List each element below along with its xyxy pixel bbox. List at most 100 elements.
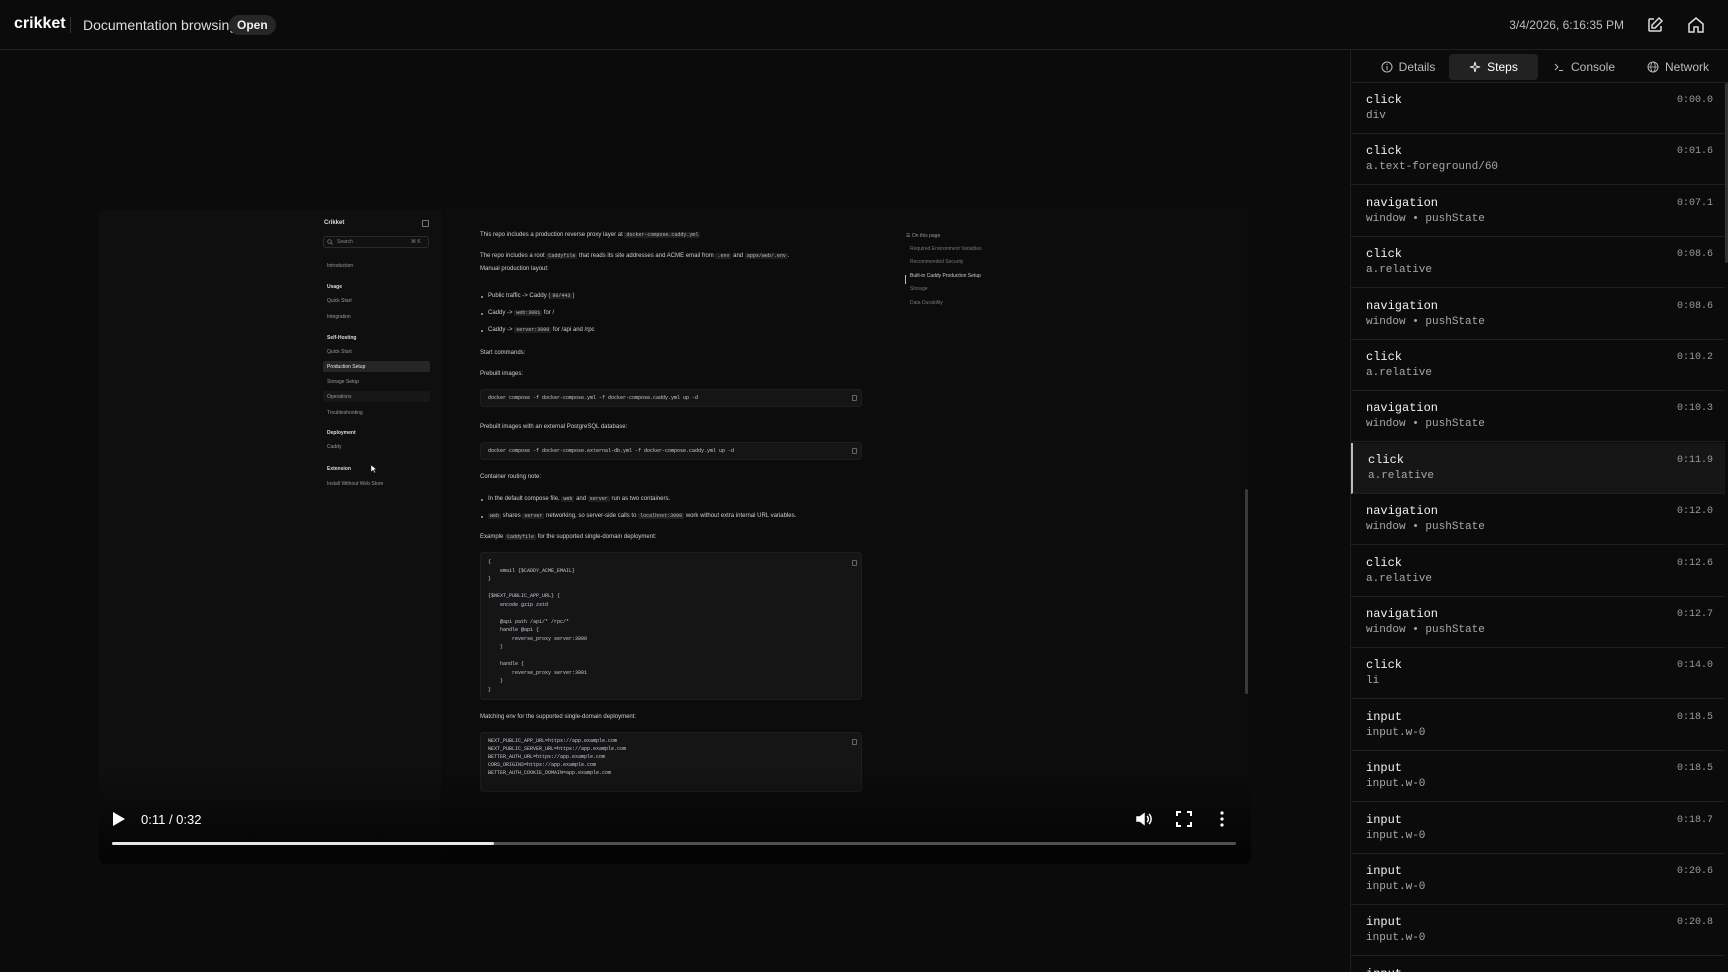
step-action: navigation xyxy=(1366,401,1439,415)
tab-steps[interactable]: Steps xyxy=(1449,54,1538,80)
nav-item: Quick Start xyxy=(327,298,352,304)
bullet xyxy=(481,296,483,298)
step-target: a.relative xyxy=(1368,470,1435,482)
step-target: window • pushState xyxy=(1366,521,1485,533)
toc-item: Storage xyxy=(910,286,928,292)
step-row[interactable]: click li 0:14.0 xyxy=(1351,648,1725,699)
step-action: click xyxy=(1366,93,1403,107)
copy-icon xyxy=(852,395,857,401)
toc-item: Recommended Security xyxy=(910,259,964,265)
doc-bullet: Caddy -> server:3000 for /api and /rpc xyxy=(488,327,595,333)
step-row[interactable]: navigation window • pushState 0:08.6 xyxy=(1351,289,1725,340)
nav-group-label: Extension xyxy=(327,466,351,472)
step-action: click xyxy=(1366,556,1403,570)
progress-bar[interactable] xyxy=(112,842,1236,845)
volume-icon[interactable] xyxy=(1135,810,1153,828)
caddyfile-code: { email {$CADDY_ACME_EMAIL} } {$NEXT_PUB… xyxy=(488,559,588,693)
fullscreen-icon[interactable] xyxy=(1176,811,1192,827)
step-timestamp: 0:08.6 xyxy=(1676,301,1713,312)
nav-item: Troubleshooting xyxy=(327,410,363,416)
step-row[interactable]: click a.relative 0:08.6 xyxy=(1351,237,1725,288)
step-timestamp: 0:18.5 xyxy=(1676,712,1713,723)
nav-item: Operations xyxy=(327,394,352,400)
progress-fill xyxy=(112,842,495,845)
step-timestamp: 0:12.7 xyxy=(1676,609,1713,620)
step-timestamp: 0:08.6 xyxy=(1676,249,1713,260)
bullet xyxy=(481,330,483,332)
step-row[interactable]: input input.w-0 0:18.7 xyxy=(1351,803,1725,854)
step-row[interactable]: navigation window • pushState 0:10.3 xyxy=(1351,391,1725,442)
info-icon xyxy=(1381,61,1393,73)
step-timestamp: 0:10.2 xyxy=(1676,352,1713,363)
top-bar: crikket Documentation browsing Open 3/4/… xyxy=(0,0,1728,50)
toc-item: Built-in Caddy Production Setup xyxy=(910,273,981,279)
nav-item: Storage Setup xyxy=(327,379,359,385)
step-timestamp: 0:00.0 xyxy=(1676,95,1713,106)
nav-item: Quick Start xyxy=(327,349,352,355)
nav-item: Install Without Web Store xyxy=(327,481,384,487)
step-row[interactable]: navigation window • pushState 0:12.0 xyxy=(1351,494,1725,545)
step-target: window • pushState xyxy=(1366,624,1485,636)
step-action: click xyxy=(1366,658,1403,672)
step-action: click xyxy=(1366,144,1403,158)
doc-paragraph: This repo includes a production reverse … xyxy=(480,232,701,238)
step-row[interactable]: navigation window • pushState 0:07.1 xyxy=(1351,186,1725,237)
step-row[interactable]: navigation window • pushState 0:12.7 xyxy=(1351,597,1725,648)
step-target: a.relative xyxy=(1366,264,1433,276)
play-icon[interactable] xyxy=(112,811,126,827)
step-target: window • pushState xyxy=(1366,316,1485,328)
step-row[interactable]: click div 0:00.0 xyxy=(1351,83,1725,134)
tab-console[interactable]: Console xyxy=(1541,54,1627,80)
search-icon xyxy=(327,239,333,245)
nav-item: Production Setup xyxy=(327,364,366,370)
step-row[interactable]: click a.relative 0:11.9 xyxy=(1351,443,1725,494)
tab-details[interactable]: Details xyxy=(1365,54,1451,80)
step-timestamp: 0:12.6 xyxy=(1676,558,1713,569)
step-action: input xyxy=(1366,864,1403,878)
step-row[interactable]: click a.text-foreground/60 0:01.6 xyxy=(1351,134,1725,185)
nav-item: Integration xyxy=(327,314,351,320)
step-action: click xyxy=(1368,453,1405,467)
step-row[interactable]: click a.relative 0:10.2 xyxy=(1351,340,1725,391)
controls-overlay xyxy=(99,769,1251,864)
step-timestamp: 0:11.9 xyxy=(1676,455,1713,466)
copy-icon xyxy=(852,448,857,454)
steps-list: click div 0:00.0 click a.text-foreground/60 0… xyxy=(1351,83,1725,972)
step-action: click xyxy=(1366,350,1403,364)
step-action: input xyxy=(1366,967,1402,972)
doc-heading: Start commands: xyxy=(480,350,526,356)
step-row[interactable]: input input.w-0 0:20.6 xyxy=(1351,854,1725,905)
step-action: navigation xyxy=(1366,196,1439,210)
step-row[interactable]: click a.relative 0:12.6 xyxy=(1351,546,1725,597)
brand-logo[interactable]: crikket xyxy=(14,15,66,33)
bullet xyxy=(481,516,483,518)
cursor-icon xyxy=(371,465,377,473)
step-timestamp: 0:20.6 xyxy=(1676,866,1713,877)
step-target: input.w-0 xyxy=(1366,932,1426,944)
step-action: click xyxy=(1366,247,1403,261)
doc-paragraph: The repo includes a root Caddyfile that … xyxy=(480,253,790,259)
doc-heading: Prebuilt images: xyxy=(480,371,524,377)
edit-icon[interactable] xyxy=(1645,15,1665,35)
home-icon[interactable] xyxy=(1686,15,1706,35)
step-target: a.relative xyxy=(1366,573,1433,585)
doc-bullet: Caddy -> web:3001 for / xyxy=(488,310,555,316)
step-target: input.w-0 xyxy=(1366,830,1426,842)
inspector-tabs: Details Steps Console Network xyxy=(1351,50,1728,83)
step-row[interactable]: input xyxy=(1351,957,1725,972)
step-timestamp: 0:12.0 xyxy=(1676,506,1713,517)
step-action: input xyxy=(1366,761,1403,775)
nav-group-label: Deployment xyxy=(327,430,356,436)
step-timestamp: 0:10.3 xyxy=(1676,403,1713,414)
tab-network[interactable]: Network xyxy=(1631,54,1725,80)
step-row[interactable]: input input.w-0 0:18.5 xyxy=(1351,751,1725,802)
terminal-icon xyxy=(1554,63,1563,71)
code-command: docker compose -f docker-compose.externa… xyxy=(488,448,735,454)
session-video-player[interactable]: Crikket Search ⌘ K Introduction Usage Quic… xyxy=(99,209,1251,864)
step-row[interactable]: input input.w-0 0:20.8 xyxy=(1351,905,1725,956)
inspector-panel: Details Steps Console Network click div 0:… xyxy=(1350,50,1728,972)
more-options-icon[interactable] xyxy=(1218,810,1226,828)
recorded-docs-sidebar xyxy=(99,209,441,864)
step-row[interactable]: input input.w-0 0:18.5 xyxy=(1351,700,1725,751)
doc-heading: Container routing note: xyxy=(480,474,542,480)
